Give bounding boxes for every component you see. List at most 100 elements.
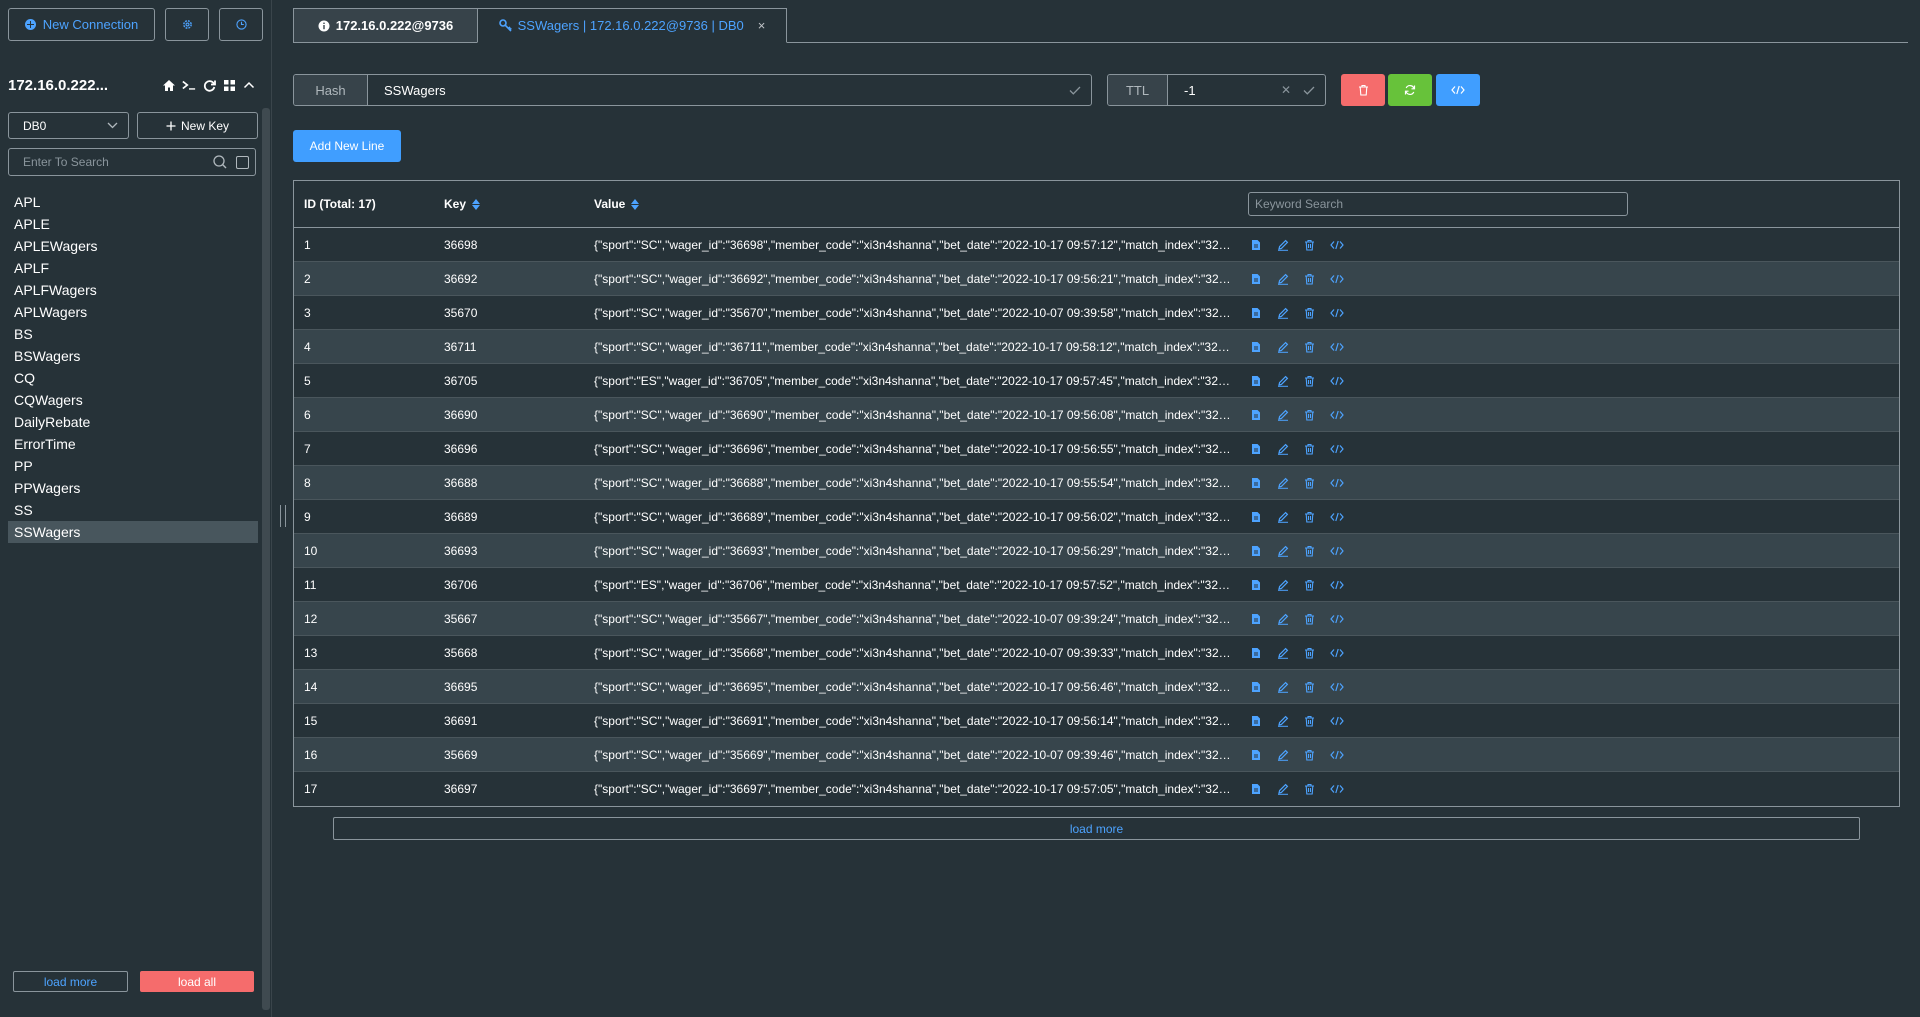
chevron-up-icon[interactable] bbox=[242, 78, 256, 92]
history-button[interactable] bbox=[219, 8, 263, 41]
copy-icon[interactable] bbox=[1248, 747, 1263, 762]
add-new-line-button[interactable]: Add New Line bbox=[293, 130, 401, 162]
key-list-item[interactable]: CQ bbox=[8, 367, 258, 389]
copy-icon[interactable] bbox=[1248, 407, 1263, 422]
new-connection-button[interactable]: New Connection bbox=[8, 8, 155, 41]
tab-connection-info[interactable]: 172.16.0.222@9736 bbox=[293, 8, 477, 43]
code-icon[interactable] bbox=[1329, 407, 1344, 422]
ttl-input[interactable]: -1 ✕ bbox=[1168, 75, 1325, 105]
refresh-icon[interactable] bbox=[202, 78, 216, 92]
delete-icon[interactable] bbox=[1302, 645, 1317, 660]
code-icon[interactable] bbox=[1329, 611, 1344, 626]
key-list-item[interactable]: APL bbox=[8, 191, 258, 213]
delete-icon[interactable] bbox=[1302, 475, 1317, 490]
edit-icon[interactable] bbox=[1275, 782, 1290, 797]
close-icon[interactable]: × bbox=[758, 18, 766, 33]
copy-icon[interactable] bbox=[1248, 441, 1263, 456]
code-icon[interactable] bbox=[1329, 509, 1344, 524]
code-icon[interactable] bbox=[1329, 782, 1344, 797]
delete-icon[interactable] bbox=[1302, 713, 1317, 728]
copy-icon[interactable] bbox=[1248, 509, 1263, 524]
key-list-item[interactable]: SS bbox=[8, 499, 258, 521]
edit-icon[interactable] bbox=[1275, 475, 1290, 490]
key-list-item[interactable]: PPWagers bbox=[8, 477, 258, 499]
code-icon[interactable] bbox=[1329, 577, 1344, 592]
tab-key-detail[interactable]: SSWagers | 172.16.0.222@9736 | DB0 × bbox=[477, 8, 787, 43]
copy-icon[interactable] bbox=[1248, 305, 1263, 320]
edit-icon[interactable] bbox=[1275, 747, 1290, 762]
sidebar-scrollbar[interactable] bbox=[262, 108, 270, 1010]
dump-command-button[interactable] bbox=[1436, 74, 1480, 106]
grid-icon[interactable] bbox=[222, 78, 236, 92]
copy-icon[interactable] bbox=[1248, 713, 1263, 728]
exact-search-checkbox[interactable] bbox=[236, 155, 249, 169]
copy-icon[interactable] bbox=[1248, 339, 1263, 354]
delete-icon[interactable] bbox=[1302, 441, 1317, 456]
edit-icon[interactable] bbox=[1275, 373, 1290, 388]
sidebar-load-all-button[interactable]: load all bbox=[140, 971, 254, 992]
terminal-icon[interactable] bbox=[182, 78, 196, 92]
value-column-header[interactable]: Value bbox=[594, 197, 1248, 211]
copy-icon[interactable] bbox=[1248, 782, 1263, 797]
code-icon[interactable] bbox=[1329, 441, 1344, 456]
delete-icon[interactable] bbox=[1302, 373, 1317, 388]
confirm-ttl-icon[interactable] bbox=[1303, 86, 1315, 95]
key-list-item[interactable]: CQWagers bbox=[8, 389, 258, 411]
copy-icon[interactable] bbox=[1248, 577, 1263, 592]
sort-icon[interactable] bbox=[472, 198, 481, 210]
delete-icon[interactable] bbox=[1302, 509, 1317, 524]
copy-icon[interactable] bbox=[1248, 373, 1263, 388]
code-icon[interactable] bbox=[1329, 373, 1344, 388]
code-icon[interactable] bbox=[1329, 339, 1344, 354]
delete-icon[interactable] bbox=[1302, 747, 1317, 762]
code-icon[interactable] bbox=[1329, 747, 1344, 762]
key-list-item[interactable]: BSWagers bbox=[8, 345, 258, 367]
delete-icon[interactable] bbox=[1302, 611, 1317, 626]
delete-icon[interactable] bbox=[1302, 577, 1317, 592]
copy-icon[interactable] bbox=[1248, 543, 1263, 558]
key-list-item[interactable]: APLFWagers bbox=[8, 279, 258, 301]
delete-icon[interactable] bbox=[1302, 679, 1317, 694]
edit-icon[interactable] bbox=[1275, 543, 1290, 558]
code-icon[interactable] bbox=[1329, 237, 1344, 252]
delete-key-button[interactable] bbox=[1341, 74, 1385, 106]
key-list-item[interactable]: ErrorTime bbox=[8, 433, 258, 455]
home-icon[interactable] bbox=[162, 78, 176, 92]
copy-icon[interactable] bbox=[1248, 237, 1263, 252]
copy-icon[interactable] bbox=[1248, 645, 1263, 660]
copy-icon[interactable] bbox=[1248, 611, 1263, 626]
sidebar-load-more-button[interactable]: load more bbox=[13, 971, 128, 992]
edit-icon[interactable] bbox=[1275, 645, 1290, 660]
sort-icon[interactable] bbox=[631, 198, 640, 210]
delete-icon[interactable] bbox=[1302, 543, 1317, 558]
edit-icon[interactable] bbox=[1275, 305, 1290, 320]
edit-icon[interactable] bbox=[1275, 271, 1290, 286]
delete-icon[interactable] bbox=[1302, 407, 1317, 422]
key-list-item[interactable]: APLWagers bbox=[8, 301, 258, 323]
edit-icon[interactable] bbox=[1275, 509, 1290, 524]
delete-icon[interactable] bbox=[1302, 271, 1317, 286]
key-list-item[interactable]: SSWagers bbox=[8, 521, 258, 543]
check-icon[interactable] bbox=[1069, 86, 1081, 95]
db-select[interactable]: DB0 bbox=[8, 112, 129, 139]
edit-icon[interactable] bbox=[1275, 407, 1290, 422]
key-list-item[interactable]: BS bbox=[8, 323, 258, 345]
key-list-item[interactable]: PP bbox=[8, 455, 258, 477]
delete-icon[interactable] bbox=[1302, 305, 1317, 320]
key-name-input[interactable]: SSWagers bbox=[368, 75, 1091, 105]
edit-icon[interactable] bbox=[1275, 577, 1290, 592]
copy-icon[interactable] bbox=[1248, 271, 1263, 286]
table-load-more-button[interactable]: load more bbox=[333, 817, 1860, 840]
key-list-item[interactable]: APLE bbox=[8, 213, 258, 235]
key-list-item[interactable]: DailyRebate bbox=[8, 411, 258, 433]
key-list-item[interactable]: APLEWagers bbox=[8, 235, 258, 257]
delete-icon[interactable] bbox=[1302, 782, 1317, 797]
code-icon[interactable] bbox=[1329, 645, 1344, 660]
edit-icon[interactable] bbox=[1275, 441, 1290, 456]
edit-icon[interactable] bbox=[1275, 611, 1290, 626]
connection-name[interactable]: 172.16.0.222... bbox=[8, 77, 108, 94]
key-search-input[interactable]: Enter To Search bbox=[23, 155, 212, 169]
delete-icon[interactable] bbox=[1302, 339, 1317, 354]
key-column-header[interactable]: Key bbox=[444, 197, 594, 211]
new-key-button[interactable]: New Key bbox=[137, 112, 258, 139]
